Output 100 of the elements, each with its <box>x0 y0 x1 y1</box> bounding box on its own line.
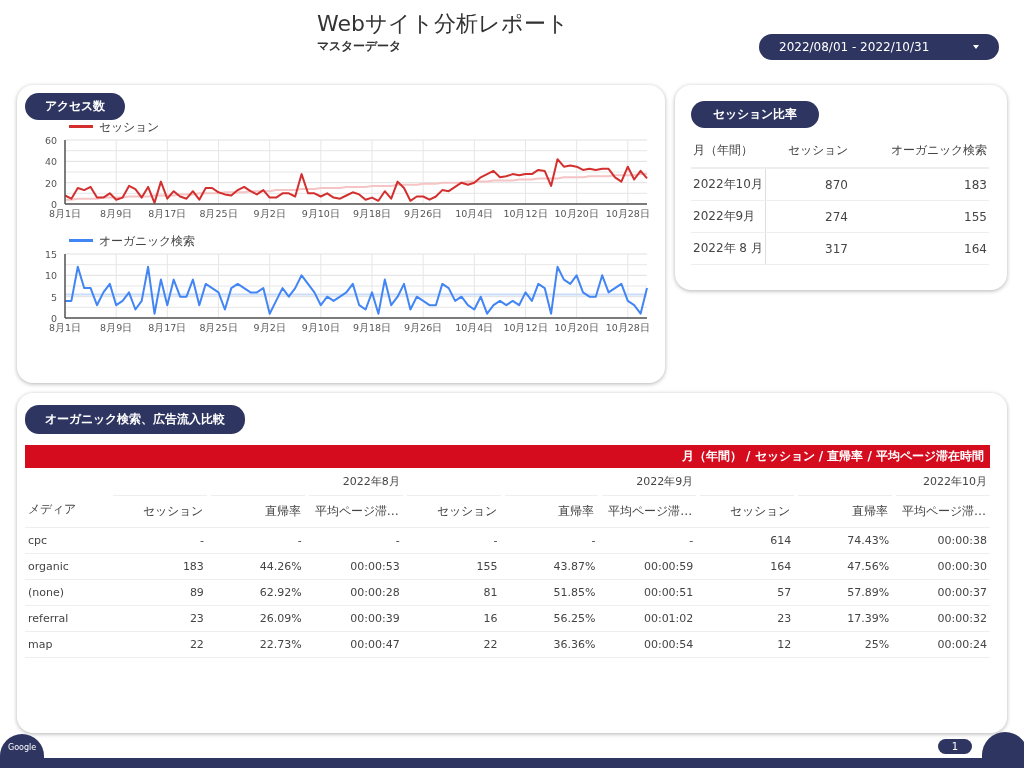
report-subtitle: マスターデータ <box>317 38 402 55</box>
x-tick-label: 10月12日 <box>503 322 548 333</box>
table-cell: 00:00:53 <box>350 560 400 573</box>
table-cell: 00:00:24 <box>937 638 987 651</box>
table-cell: 870 <box>825 177 848 192</box>
y-tick-label: 20 <box>44 177 57 189</box>
table-cell: 00:00:54 <box>643 638 694 651</box>
table-cell: 25% <box>864 638 890 651</box>
table-cell: 164 <box>770 560 792 573</box>
table-cell: 00:00:51 <box>643 586 694 599</box>
table-cell: 00:00:47 <box>350 638 400 651</box>
table-cell: map <box>28 638 53 651</box>
legend-line-icon <box>69 239 93 243</box>
table-cell: 00:00:38 <box>937 534 987 547</box>
y-tick-label: 10 <box>44 270 57 282</box>
card-title: セッション比率 <box>691 101 819 128</box>
page-number[interactable]: 1 <box>938 739 972 754</box>
x-tick-label: 9月2日 <box>253 322 286 333</box>
x-tick-label: 10月20日 <box>554 208 599 219</box>
table-cell: - <box>395 534 400 547</box>
caret-icon <box>973 45 979 49</box>
month-header: 2022年8月 <box>342 475 400 488</box>
table-cell: 57.89% <box>847 586 890 599</box>
column-header: 直帰率 <box>852 504 889 518</box>
table-cell: 44.26% <box>259 560 302 573</box>
x-tick-label: 10月12日 <box>503 208 548 219</box>
table-cell: 2022年10月 <box>693 177 763 191</box>
table-cell: 00:00:37 <box>937 586 987 599</box>
table-cell: organic <box>28 560 69 573</box>
column-header: オーガニック検索 <box>891 143 987 157</box>
x-tick-label: 10月28日 <box>605 322 650 333</box>
column-header: 直帰率 <box>558 504 595 518</box>
table-cell: 22 <box>483 638 498 651</box>
x-tick-label: 8月1日 <box>48 322 82 333</box>
y-tick-label: 5 <box>50 291 57 303</box>
column-header: 平均ページ滞… <box>902 504 986 518</box>
column-header: セッション <box>788 143 848 157</box>
table-cell: - <box>199 534 204 547</box>
column-header: 直帰率 <box>264 504 301 518</box>
table-cell: 43.87% <box>553 560 596 573</box>
table-cell: 274 <box>825 209 848 224</box>
table-cell: 22.73% <box>259 638 302 651</box>
table-cell: 164 <box>964 241 987 256</box>
table-cell: 22 <box>189 638 204 651</box>
x-tick-label: 9月2日 <box>253 208 286 219</box>
table-cell: 57 <box>777 586 792 599</box>
x-tick-label: 8月9日 <box>100 208 133 219</box>
table-cell: 614 <box>770 534 792 547</box>
table-cell: 51.85% <box>553 586 596 599</box>
table-cell: 183 <box>964 177 987 192</box>
x-tick-label: 10月4日 <box>455 322 494 333</box>
month-header: 2022年10月 <box>923 475 987 488</box>
table-cell: 155 <box>964 209 987 224</box>
table-cell: 317 <box>825 241 848 256</box>
table-cell: 26.09% <box>259 612 302 625</box>
table-cell: 56.25% <box>553 612 596 625</box>
table-cell: 12 <box>777 638 792 651</box>
x-tick-label: 9月18日 <box>352 322 392 333</box>
table-cell: 183 <box>182 560 204 573</box>
table-cell: - <box>591 534 596 547</box>
table-cell: 00:00:32 <box>937 612 987 625</box>
table-cell: 155 <box>476 560 498 573</box>
column-header: 平均ページ滞… <box>608 504 693 518</box>
table-cell: (none) <box>28 586 65 599</box>
x-tick-label: 10月20日 <box>554 322 599 333</box>
legend-label: オーガニック検索 <box>99 232 195 250</box>
table-cell: 16 <box>483 612 498 625</box>
table-cell: 89 <box>189 586 204 599</box>
y-tick-label: 15 <box>44 249 57 260</box>
report-title: Webサイト分析レポート <box>317 10 569 38</box>
table-cell: cpc <box>28 534 48 547</box>
y-tick-label: 40 <box>44 156 57 168</box>
table-cell: 2022年 8 月 <box>693 241 763 255</box>
column-header: セッション <box>730 504 791 518</box>
table-header-bar: 月（年間） / セッション / 直帰率 / 平均ページ滞在時間 <box>25 445 990 468</box>
table-cell: 00:00:28 <box>350 586 400 599</box>
column-header: セッション <box>436 504 497 518</box>
y-tick-label: 0 <box>50 313 57 324</box>
table-cell: 17.39% <box>847 612 890 625</box>
legend-line-icon <box>69 125 93 129</box>
table-cell: 36.36% <box>553 638 596 651</box>
x-tick-label: 9月18日 <box>352 208 392 219</box>
x-tick-label: 9月26日 <box>404 208 443 219</box>
column-header: セッション <box>142 504 203 518</box>
table-cell: 81 <box>483 586 498 599</box>
table-cell: 62.92% <box>259 586 302 599</box>
table-cell: 23 <box>189 612 204 625</box>
table-cell: 2022年9月 <box>693 209 756 223</box>
column-header: メディア <box>28 502 76 516</box>
x-tick-label: 9月26日 <box>404 322 443 333</box>
date-range-dropdown[interactable]: 2022/08/01 - 2022/10/31 <box>759 34 999 60</box>
card-title: オーガニック検索、広告流入比較 <box>25 405 245 434</box>
y-tick-label: 60 <box>44 135 57 146</box>
x-tick-label: 8月9日 <box>100 322 133 333</box>
y-tick-label: 0 <box>50 199 57 210</box>
x-tick-label: 9月10日 <box>301 322 340 333</box>
table-cell: 23 <box>777 612 792 625</box>
table-cell: 74.43% <box>847 534 890 547</box>
table-cell: - <box>493 534 498 547</box>
x-tick-label: 9月10日 <box>301 208 340 219</box>
